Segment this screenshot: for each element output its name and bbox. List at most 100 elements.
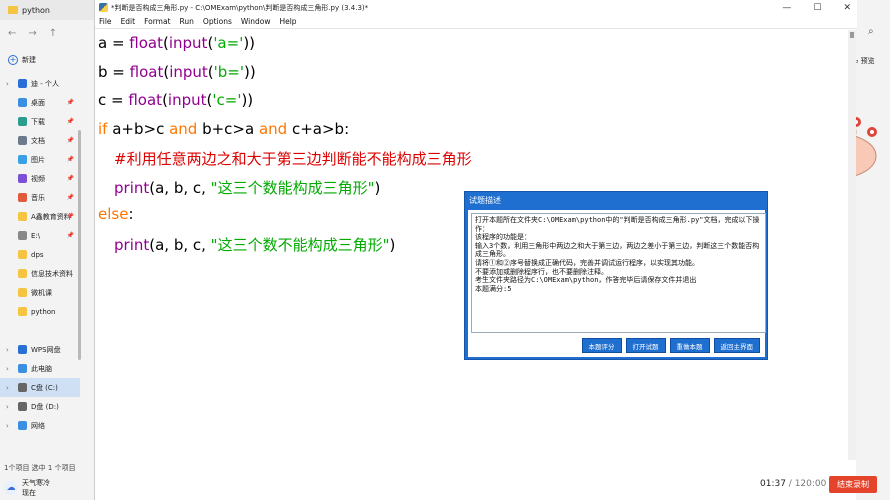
new-button[interactable]: + 新建 xyxy=(0,50,95,70)
chevron-right-icon[interactable]: › xyxy=(6,384,9,392)
sidebar-scrollbar[interactable] xyxy=(78,130,81,360)
folder-icon xyxy=(8,6,18,14)
sidebar-item[interactable]: 微机课 xyxy=(0,283,80,302)
sidebar-item[interactable]: › 网络 xyxy=(0,416,80,435)
picture-icon xyxy=(18,155,27,164)
chevron-right-icon[interactable]: › xyxy=(6,346,9,354)
exam-dialog-title: 试题描述 xyxy=(469,196,501,205)
end-recording-button[interactable]: 结束录制 xyxy=(829,476,877,493)
minimize-icon[interactable]: — xyxy=(782,3,791,13)
chevron-right-icon[interactable]: › xyxy=(6,422,9,430)
weather-line2: 现在 xyxy=(22,489,36,497)
close-icon[interactable]: ✕ xyxy=(843,3,851,13)
chevron-right-icon[interactable]: › xyxy=(6,80,9,88)
code-line-5: #利用任意两边之和大于第三边判断能不能构成三角形 xyxy=(114,150,472,168)
window-controls: — ☐ ✕ xyxy=(782,0,851,15)
pin-icon: 📌 xyxy=(66,194,74,201)
menu-help[interactable]: Help xyxy=(279,17,296,26)
sidebar-item-label: 此电脑 xyxy=(31,364,52,373)
weather-icon: ☁ xyxy=(4,481,18,495)
drive-icon xyxy=(18,383,27,392)
code-line-6: print(a, b, c, "这三个数能构成三角形") xyxy=(114,179,381,197)
folder-icon xyxy=(18,288,27,297)
sidebar-item[interactable]: 文档 📌 xyxy=(0,131,80,150)
code-line-2: b = float(input('b=')) xyxy=(98,63,256,81)
sidebar-item-label: 图片 xyxy=(31,155,45,164)
up-arrow-icon[interactable]: ↑ xyxy=(49,28,57,39)
menu-file[interactable]: File xyxy=(99,17,112,26)
sidebar-item-label: dps xyxy=(31,250,44,259)
open-exam-button[interactable]: 打开试题 xyxy=(625,338,666,353)
sidebar-item[interactable]: › 迪 - 个人 xyxy=(0,74,80,93)
editor-titlebar: *判断是否构成三角形.py - C:\OMExam\python\判断是否构成三… xyxy=(95,0,857,15)
sidebar-item[interactable]: 下载 📌 xyxy=(0,112,80,131)
score-button[interactable]: 本题评分 xyxy=(581,338,622,353)
menu-options[interactable]: Options xyxy=(203,17,232,26)
return-main-button[interactable]: 返回主界面 xyxy=(713,338,760,353)
sidebar-item-label: E:\ xyxy=(31,231,41,240)
sidebar-item[interactable]: › 此电脑 xyxy=(0,359,80,378)
sidebar-item[interactable]: 信息技术资料 xyxy=(0,264,80,283)
sidebar-item[interactable]: python xyxy=(0,302,80,321)
weather-widget[interactable]: ☁ 天气寒冷 现在 xyxy=(4,478,90,498)
editor-title: *判断是否构成三角形.py - C:\OMExam\python\判断是否构成三… xyxy=(111,3,369,12)
forward-arrow-icon[interactable]: → xyxy=(28,28,36,39)
computer-icon xyxy=(18,364,27,373)
cloud-icon xyxy=(18,79,27,88)
scroll-up-icon[interactable] xyxy=(850,32,854,38)
sidebar-item[interactable]: › WPS网盘 xyxy=(0,340,80,359)
explorer-status: 1个项目 选中 1 个项目 xyxy=(4,464,76,472)
exam-timer: 01:37 / 120:00 xyxy=(760,479,826,489)
sidebar-item-label: 微机课 xyxy=(31,288,52,297)
sidebar-item[interactable]: dps xyxy=(0,245,80,264)
code-line-4: if a+b>c and b+c>a and c+a>b: xyxy=(98,120,350,138)
python-icon xyxy=(99,3,108,12)
sidebar-item[interactable]: › C盘 (C:) xyxy=(0,378,80,397)
music-icon xyxy=(18,193,27,202)
code-line-7: else: xyxy=(98,205,134,223)
editor-menubar: File Edit Format Run Options Window Help xyxy=(95,15,857,29)
explorer-title: python xyxy=(22,5,50,15)
exam-dialog-body: 打开本题所在文件夹C:\OMExam\python中的"判断是否构成三角形.py… xyxy=(468,210,766,357)
redo-button[interactable]: 重做本题 xyxy=(669,338,710,353)
explorer-titlebar: python xyxy=(0,0,95,20)
sidebar-item-label: C盘 (C:) xyxy=(31,383,58,392)
video-icon xyxy=(18,174,27,183)
search-icon[interactable]: ⌕ xyxy=(868,26,874,37)
sidebar-item[interactable]: 桌面 📌 xyxy=(0,93,80,112)
sidebar-item-label: 音乐 xyxy=(31,193,45,202)
total-time: / 120:00 xyxy=(785,479,827,489)
elapsed-time: 01:37 xyxy=(760,479,786,489)
plus-icon: + xyxy=(8,55,18,65)
pin-icon: 📌 xyxy=(66,118,74,125)
exam-dialog: 试题描述 打开本题所在文件夹C:\OMExam\python中的"判断是否构成三… xyxy=(464,191,768,360)
folder-icon xyxy=(18,250,27,259)
pin-icon: 📌 xyxy=(66,156,74,163)
chevron-right-icon[interactable]: › xyxy=(6,365,9,373)
back-arrow-icon[interactable]: ← xyxy=(8,28,16,39)
menu-window[interactable]: Window xyxy=(241,17,271,26)
sidebar-item-label: 下载 xyxy=(31,117,45,126)
menu-edit[interactable]: Edit xyxy=(121,17,136,26)
sidebar-item[interactable]: E:\ 📌 xyxy=(0,226,80,245)
menu-format[interactable]: Format xyxy=(144,17,170,26)
editor-scrollbar[interactable] xyxy=(848,30,856,460)
code-line-8: print(a, b, c, "这三个数不能构成三角形") xyxy=(114,236,396,254)
sidebar-item[interactable]: › D盘 (D:) xyxy=(0,397,80,416)
chevron-right-icon[interactable]: › xyxy=(6,403,9,411)
exam-buttons: 本题评分 打开试题 重做本题 返回主界面 xyxy=(581,338,760,353)
sidebar-item[interactable]: 图片 📌 xyxy=(0,150,80,169)
network-icon xyxy=(18,421,27,430)
sidebar-item-label: WPS网盘 xyxy=(31,345,61,354)
menu-run[interactable]: Run xyxy=(180,17,194,26)
sidebar-item-label: 视频 xyxy=(31,174,45,183)
sidebar-item-label: python xyxy=(31,307,56,316)
folder-icon xyxy=(18,307,27,316)
sidebar-item[interactable]: 视频 📌 xyxy=(0,169,80,188)
sidebar-item[interactable]: 音乐 📌 xyxy=(0,188,80,207)
folder-icon xyxy=(18,212,27,221)
exam-description: 打开本题所在文件夹C:\OMExam\python中的"判断是否构成三角形.py… xyxy=(471,213,766,333)
maximize-icon[interactable]: ☐ xyxy=(813,3,821,13)
drive-icon xyxy=(18,402,27,411)
sidebar-item[interactable]: A鑫教育资料 📌 xyxy=(0,207,80,226)
